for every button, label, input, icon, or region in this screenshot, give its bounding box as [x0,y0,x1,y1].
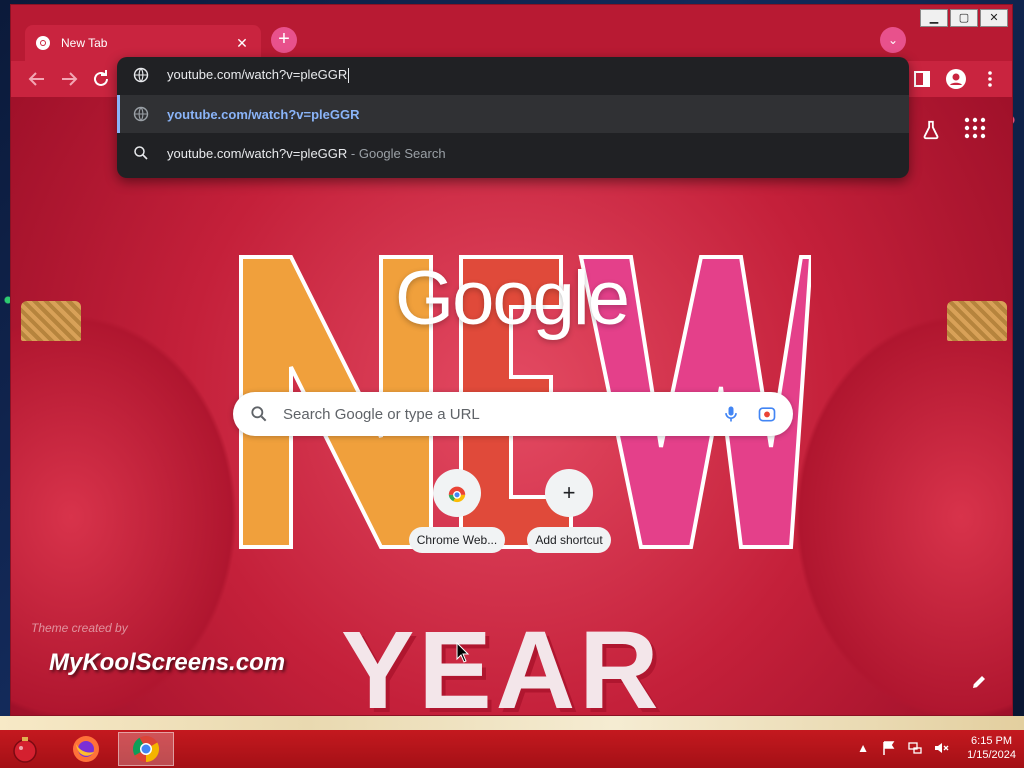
suggestion-search-suffix: Google Search [358,145,446,161]
action-center-flag-icon[interactable] [881,740,897,756]
text-caret [348,68,350,84]
close-tab-icon[interactable]: ✕ [233,35,251,52]
reload-icon[interactable] [89,67,113,91]
show-hidden-icons-icon[interactable]: ▲ [855,740,871,756]
window-controls: ▁ ▢ ✕ [920,9,1008,27]
clock-date: 1/15/2024 [967,749,1016,761]
start-ornament-icon[interactable] [8,734,42,764]
profile-avatar-icon[interactable] [944,67,968,91]
taskbar-firefox[interactable] [58,732,114,766]
mouse-cursor-icon [456,642,470,663]
taskbar-chrome[interactable] [118,732,174,766]
new-tab-page: Google Search Google or type a URL Chrom… [11,97,1012,716]
suggestion-search[interactable]: youtube.com/watch?v=pleGGR - Google Sear… [117,134,909,172]
microphone-icon[interactable] [721,404,741,424]
system-tray: ▲ 6:15 PM 1/15/2024 [855,734,1016,762]
plus-icon: + [545,469,593,517]
chrome-icon [36,36,50,50]
search-icon [134,146,148,160]
chrome-window: New Tab ✕ + ⌄ ▁ ▢ ✕ Google Search Google… [10,4,1013,716]
globe-icon [133,106,149,122]
chrome-icon [132,736,160,763]
maximize-button[interactable]: ▢ [950,9,978,27]
theme-brand-link[interactable]: MyKoolScreens.com [49,649,285,677]
google-lens-icon[interactable] [757,404,777,424]
address-bar[interactable]: youtube.com/watch?v=pleGGR [117,57,909,93]
tab-new-tab[interactable]: New Tab ✕ [25,25,261,61]
clock[interactable]: 6:15 PM 1/15/2024 [967,734,1016,762]
search-icon [251,406,267,422]
back-arrow-icon[interactable] [25,67,49,91]
taskbar-decoration [0,716,1024,730]
shortcut-chrome-web-store[interactable]: Chrome Web... [405,469,509,558]
volume-muted-icon[interactable] [933,740,949,756]
suggestion-url-text: youtube.com/watch?v=pleGGR [167,106,360,122]
suggestion-separator: - [347,145,359,161]
google-apps-icon[interactable] [964,117,986,139]
new-tab-button[interactable]: + [271,27,297,53]
suggestion-search-text: youtube.com/watch?v=pleGGR [167,145,348,161]
network-icon[interactable] [907,740,923,756]
suggestion-url[interactable]: youtube.com/watch?v=pleGGR [117,95,909,133]
google-logo: Google [394,256,630,341]
omnibox-dropdown: youtube.com/watch?v=pleGGR youtube.com/w… [117,57,909,178]
shortcut-label: Chrome Web... [408,527,506,553]
kebab-menu-icon[interactable] [978,67,1002,91]
ntp-search-box[interactable]: Search Google or type a URL [233,392,793,436]
labs-flask-icon[interactable] [920,119,942,141]
toolbar-actions [910,67,1002,91]
theme-credit-label: Theme created by [31,621,128,635]
tab-title: New Tab [61,36,108,50]
tab-strip: New Tab ✕ + ⌄ ▁ ▢ ✕ [11,5,1012,61]
close-window-button[interactable]: ✕ [980,9,1008,27]
address-input-text: youtube.com/watch?v=pleGGR [167,66,348,82]
shortcut-add[interactable]: + Add shortcut [517,469,621,558]
globe-icon [133,67,149,83]
side-panel-icon[interactable] [910,67,934,91]
chrome-web-store-icon [448,486,466,503]
customize-pencil-icon[interactable] [970,673,988,691]
clock-time: 6:15 PM [971,735,1013,747]
address-input[interactable]: youtube.com/watch?v=pleGGR [167,66,350,84]
shortcut-tile [433,469,481,517]
taskbar: ▲ 6:15 PM 1/15/2024 [0,730,1024,768]
forward-arrow-icon[interactable] [57,67,81,91]
minimize-button[interactable]: ▁ [920,9,948,27]
firefox-icon [73,736,99,762]
search-placeholder[interactable]: Search Google or type a URL [283,406,705,423]
shortcut-label: Add shortcut [527,527,611,553]
year-decoration-text: YEAR [341,609,663,716]
tab-search-button[interactable]: ⌄ [880,27,906,53]
